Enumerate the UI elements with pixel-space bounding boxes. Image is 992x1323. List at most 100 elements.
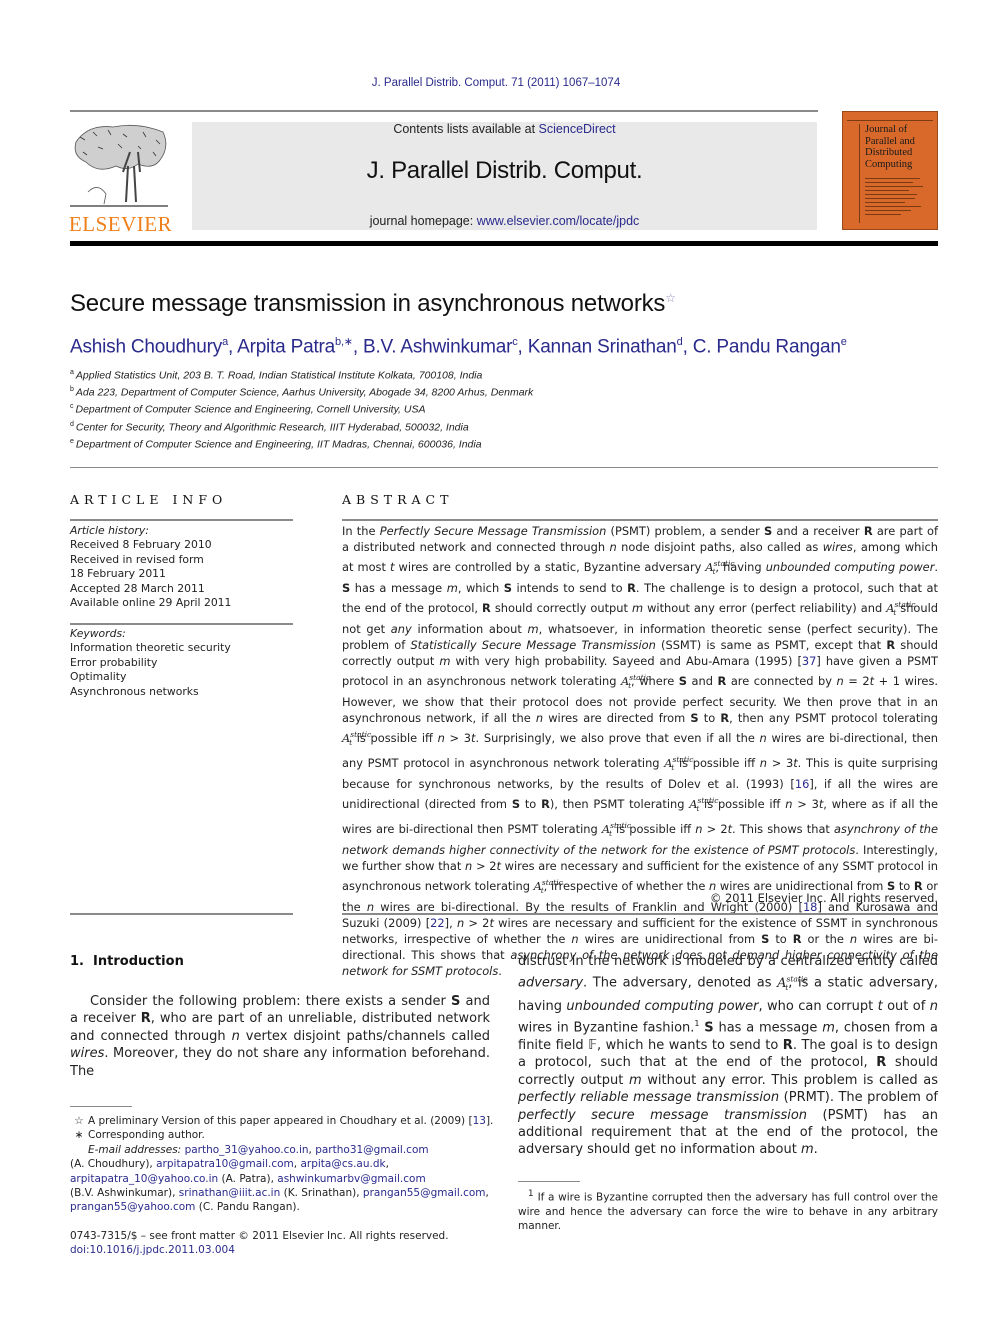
- keywords: Keywords: Information theoretic security…: [70, 627, 293, 699]
- article-history: Article history: Received 8 February 201…: [70, 524, 293, 610]
- running-head[interactable]: J. Parallel Distrib. Comput. 71 (2011) 1…: [0, 77, 992, 89]
- footnote-star: ☆ A preliminary Version of this paper app…: [70, 1114, 500, 1128]
- abstract-heading: ABSTRACT: [342, 492, 454, 507]
- adversary-symbol: Astatict: [601, 820, 632, 838]
- keyword: Information theoretic security: [70, 641, 231, 655]
- homepage-link[interactable]: www.elsevier.com/locate/jpdc: [477, 214, 640, 228]
- affiliation: c Department of Computer Science and Engi…: [70, 403, 533, 420]
- title-footnote-mark[interactable]: ☆: [665, 291, 676, 305]
- email-link[interactable]: arpitapatra_10@yahoo.co.in: [70, 1173, 218, 1185]
- email-link[interactable]: prangan55@yahoo.com: [70, 1201, 195, 1213]
- email-label: E-mail addresses:: [88, 1143, 182, 1156]
- affil-text: Ada 223, Department of Computer Science,…: [75, 386, 534, 399]
- abstract-copyright: © 2011 Elsevier Inc. All rights reserved…: [710, 891, 938, 905]
- email-owner: (C. Pandu Rangan).: [198, 1201, 300, 1214]
- author-name[interactable]: C. Pandu Rangan: [693, 336, 841, 357]
- article-info-rule: [70, 519, 293, 521]
- issn-line: 0743-7315/$ – see front matter © 2011 El…: [70, 1230, 449, 1242]
- footnote-emails: E-mail addresses: partho_31@yahoo.co.in,…: [70, 1143, 489, 1214]
- email-link[interactable]: arpita@cs.au.dk: [300, 1158, 385, 1170]
- history-item: Accepted 28 March 2011: [70, 581, 205, 595]
- keywords-rule: [70, 623, 293, 625]
- affiliation: a Applied Statistics Unit, 203 B. T. Road…: [70, 369, 533, 386]
- affil-mark: d: [70, 420, 74, 428]
- adversary-symbol: Astatict: [886, 599, 916, 617]
- history-item: Received in revised form: [70, 552, 204, 566]
- email-link[interactable]: srinathan@iiit.ac.in: [179, 1187, 280, 1199]
- email-link[interactable]: partho_31@yahoo.co.in: [185, 1144, 309, 1156]
- intro-paragraph-left: Consider the following problem: there ex…: [70, 994, 491, 1079]
- keyword: Optimality: [70, 670, 127, 684]
- homepage-line: journal homepage: www.elsevier.com/locat…: [192, 214, 817, 228]
- contents-prefix: Contents lists available at: [393, 122, 539, 136]
- affil-text: Department of Computer Science and Engin…: [75, 438, 482, 451]
- elsevier-tree-icon: [70, 124, 168, 207]
- author-name[interactable]: Ashish Choudhury: [70, 336, 222, 357]
- contents-line: Contents lists available at ScienceDirec…: [192, 122, 817, 136]
- article-info-bottom-rule: [70, 913, 293, 915]
- author-name[interactable]: B.V. Ashwinkumar: [363, 336, 512, 357]
- abstract-rule: [342, 519, 938, 521]
- citation-link[interactable]: 22: [430, 916, 445, 930]
- author-affil-mark: a: [222, 336, 228, 348]
- keyword: Error probability: [70, 655, 158, 669]
- homepage-prefix: journal homepage:: [369, 214, 477, 228]
- affil-text: Department of Computer Science and Engin…: [75, 403, 426, 416]
- intro-paragraph-right: distrust in the network is modeled by a …: [518, 954, 939, 1158]
- author-name[interactable]: Kannan Srinathan: [528, 336, 677, 357]
- header-rule: [70, 110, 818, 112]
- doi-link[interactable]: doi:10.1016/j.jpdc.2011.03.004: [70, 1244, 235, 1256]
- email-link[interactable]: ashwinkumarbv@gmail.com: [277, 1173, 425, 1185]
- adversary-symbol: Astatict: [777, 974, 808, 993]
- footnote-star-text: A preliminary Version of this paper appe…: [88, 1115, 473, 1127]
- adversary-symbol: Astatict: [689, 795, 719, 813]
- adversary-symbol: Astatict: [621, 672, 651, 690]
- footnote-1-mark: 1: [528, 1189, 534, 1199]
- footnote-star-mark: ☆: [74, 1115, 84, 1127]
- abstract-bottom-rule: [342, 913, 938, 915]
- affiliation: d Center for Security, Theory and Algorit…: [70, 421, 533, 438]
- paper-title: Secure message transmission in asynchron…: [70, 290, 676, 318]
- adversary-symbol: Astatict: [342, 729, 372, 747]
- email-owner: (K. Srinathan),: [283, 1187, 360, 1200]
- author-name[interactable]: Arpita Patra: [237, 336, 335, 357]
- sciencedirect-link[interactable]: ScienceDirect: [539, 122, 616, 136]
- email-link[interactable]: arpitapatra10@gmail.com: [156, 1158, 294, 1170]
- email-owner: (B.V. Ashwinkumar),: [70, 1187, 176, 1200]
- email-link[interactable]: prangan55@gmail.com: [363, 1187, 486, 1199]
- footnote-1-text: If a wire is Byzantine corrupted then th…: [518, 1191, 938, 1233]
- section-title: Introduction: [93, 954, 184, 969]
- section-number: 1.: [70, 954, 84, 969]
- citation-link[interactable]: 37: [802, 654, 817, 668]
- author-affil-mark: e: [840, 336, 847, 348]
- journal-cover-thumbnail[interactable]: Journal of Parallel and Distributed Comp…: [842, 111, 938, 230]
- cover-strip: [851, 124, 860, 223]
- journal-banner: Contents lists available at ScienceDirec…: [192, 122, 817, 230]
- email-owner: (A. Choudhury),: [70, 1158, 153, 1171]
- cover-title-line: Computing: [865, 158, 913, 170]
- affil-mark: e: [70, 437, 74, 445]
- affiliations: a Applied Statistics Unit, 203 B. T. Road…: [70, 369, 533, 455]
- footnote-corr-text: Corresponding author.: [88, 1129, 205, 1142]
- citation-link[interactable]: 13: [473, 1115, 486, 1127]
- affil-mark: a: [70, 369, 74, 376]
- history-item: Available online 29 April 2011: [70, 596, 232, 610]
- affil-text: Center for Security, Theory and Algorith…: [75, 421, 469, 434]
- cover-title-line: Distributed: [865, 147, 913, 158]
- elsevier-logo: ELSEVIER: [68, 122, 173, 236]
- cover-contents-lines: [865, 178, 925, 218]
- footnote-rule-left: [70, 1106, 132, 1107]
- affiliation: e Department of Computer Science and Engi…: [70, 438, 533, 455]
- section-heading-introduction: 1. Introduction: [70, 954, 184, 969]
- email-link[interactable]: partho31@gmail.com: [315, 1144, 428, 1156]
- affil-rule: [70, 467, 938, 468]
- email-owner: (A. Patra),: [221, 1172, 274, 1185]
- footnote-corresponding: ∗ Corresponding author.: [70, 1128, 500, 1142]
- author-affil-mark: c: [512, 336, 518, 348]
- cover-topbar: [847, 116, 933, 121]
- citation-link[interactable]: 16: [795, 777, 810, 791]
- footnote-rule-right: [518, 1181, 580, 1182]
- footnotes-left: ☆ A preliminary Version of this paper app…: [70, 1114, 500, 1215]
- affil-mark: b: [70, 386, 74, 394]
- keyword: Asynchronous networks: [70, 684, 199, 698]
